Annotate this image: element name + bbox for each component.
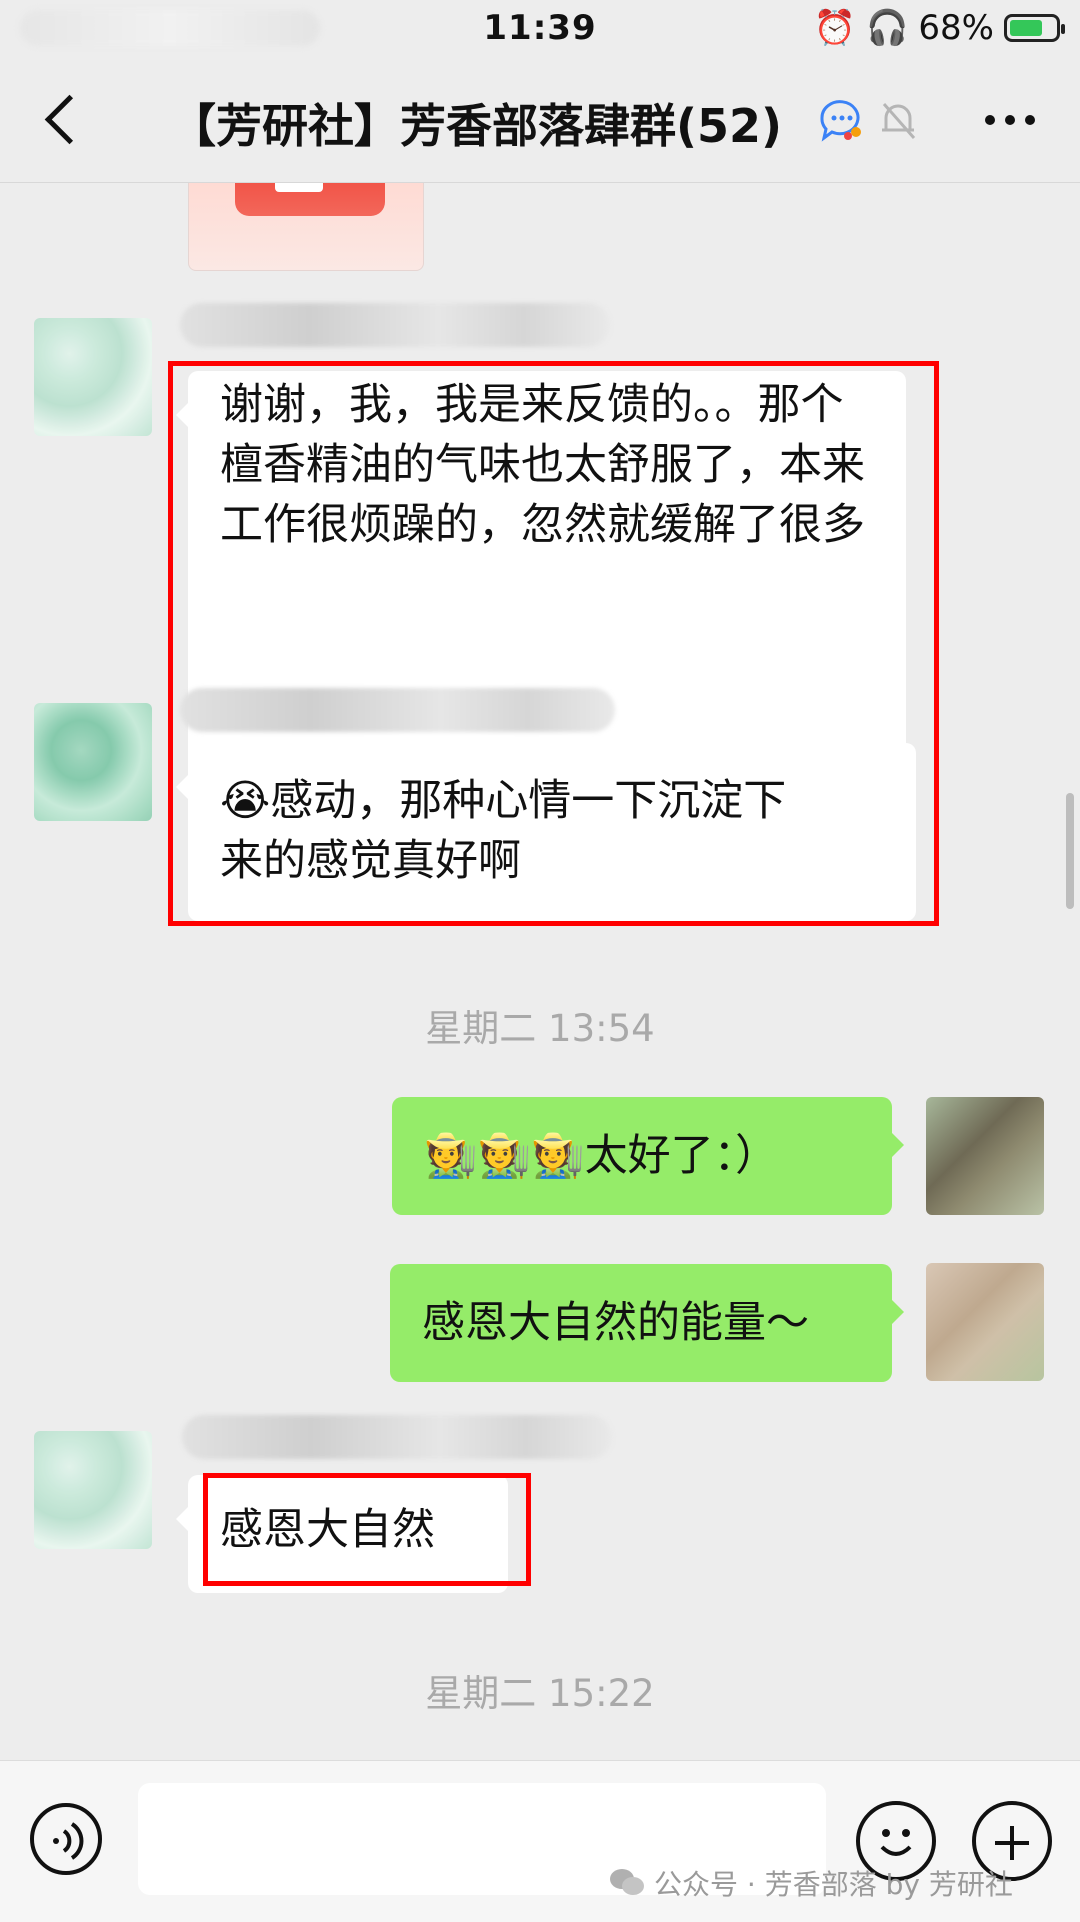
chat-title: 【芳研社】芳香部落肆群(52) (170, 99, 783, 153)
mute-bell-icon (882, 103, 916, 139)
headphones-icon: 🎧 (866, 8, 909, 48)
more-icon[interactable] (980, 100, 1040, 140)
battery-icon (1004, 14, 1065, 42)
alarm-icon: ⏰ (813, 8, 857, 48)
message-text: 谢谢，我，我是来反馈的。。那个檀香精油的气味也太舒服了，本来工作很烦躁的，忽然就… (220, 380, 865, 550)
chat-header: 【芳研社】芳香部落肆群(52) (0, 60, 1080, 183)
watermark: 公众号 · 芳香部落 by 芳研社 (610, 1863, 1013, 1903)
battery-percent: 68% (918, 8, 994, 48)
message-text: 感恩大自然的能量～ (422, 1298, 809, 1348)
my-avatar[interactable] (926, 1097, 1044, 1215)
voice-icon[interactable] (30, 1803, 102, 1875)
nickname-blurred (180, 303, 610, 347)
avatar[interactable] (34, 703, 152, 821)
message-text-line: 来的感觉真好啊 (220, 836, 521, 886)
timestamp: 星期二 15:22 (425, 1672, 655, 1715)
message-text: 感恩大自然 (220, 1505, 435, 1555)
coupon-image-message[interactable] (188, 183, 424, 271)
avatar[interactable] (34, 1431, 152, 1549)
status-right: ⏰ 🎧 68% (813, 8, 1065, 48)
my-message-bubble[interactable]: 🧑‍🌾🧑‍🌾🧑‍🌾太好了：） (392, 1097, 904, 1215)
back-icon[interactable] (44, 90, 84, 150)
status-bar: 11:39 ⏰ 🎧 68% (0, 0, 1080, 60)
input-bar: 公众号 · 芳香部落 by 芳研社 (0, 1760, 1080, 1922)
nickname-blurred (182, 1415, 612, 1459)
my-avatar[interactable] (926, 1263, 1044, 1381)
message-text-line: 😭感动，那种心情一下沉淀下 (220, 776, 787, 826)
scrollbar[interactable] (1066, 793, 1074, 909)
watermark-text: 公众号 · 芳香部落 by 芳研社 (654, 1868, 1013, 1901)
message-bubble[interactable]: 😭感动，那种心情一下沉淀下 来的感觉真好啊 (176, 743, 916, 921)
group-chat-icon[interactable] (818, 98, 864, 142)
chat-area[interactable]: 谢谢，我，我是来反馈的。。那个檀香精油的气味也太舒服了，本来工作很烦躁的，忽然就… (0, 183, 1080, 1760)
message-bubble[interactable]: 感恩大自然 (176, 1475, 508, 1593)
nickname-blurred (180, 688, 615, 732)
wechat-logo-icon (610, 1869, 646, 1897)
message-text: 🧑‍🌾🧑‍🌾🧑‍🌾太好了：） (424, 1131, 779, 1181)
my-message-bubble[interactable]: 感恩大自然的能量～ (390, 1264, 904, 1382)
timestamp: 星期二 13:54 (425, 1007, 655, 1050)
avatar[interactable] (34, 318, 152, 436)
